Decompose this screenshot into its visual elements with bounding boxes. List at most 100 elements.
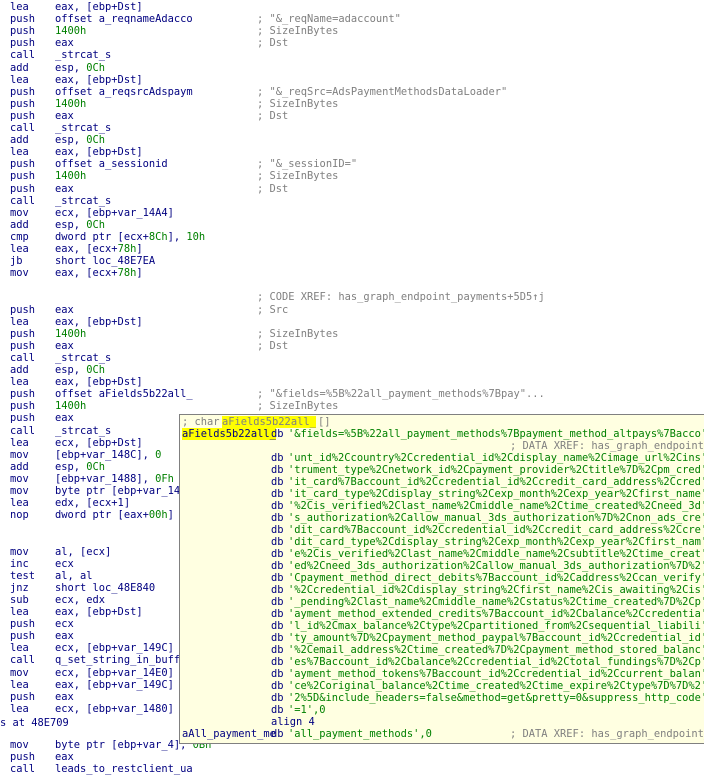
operand[interactable]: offset a_reqsrcAdspaym bbox=[55, 86, 193, 98]
db-keyword: db bbox=[271, 668, 284, 680]
comment: ; Src bbox=[257, 303, 289, 316]
operand[interactable]: _strcat_s bbox=[55, 352, 111, 364]
operand[interactable]: [ebp+var_1488], 0Fh bbox=[55, 473, 174, 485]
mnemonic: call bbox=[10, 351, 36, 364]
operand[interactable]: esp, 0Ch bbox=[55, 364, 105, 376]
operand[interactable]: al, [ecx] bbox=[55, 546, 111, 558]
db-keyword: db bbox=[271, 464, 284, 476]
operand[interactable]: leads_to_restclient_ua bbox=[55, 763, 193, 775]
operand[interactable]: eax, [ebp+Dst] bbox=[55, 376, 143, 388]
operand[interactable]: eax bbox=[55, 751, 74, 763]
operand[interactable]: eax bbox=[55, 183, 74, 195]
operand[interactable]: offset aFields5b22all_ bbox=[55, 388, 193, 400]
operand[interactable]: 1400h bbox=[55, 98, 86, 110]
operand[interactable]: esp, 0Ch bbox=[55, 219, 105, 231]
mnemonic: lea bbox=[10, 497, 29, 510]
operand[interactable]: ecx, edx bbox=[55, 594, 105, 606]
db-string: 's_authorization%2Callow_manual_3ds_auth… bbox=[288, 512, 704, 524]
mnemonic: mov bbox=[10, 448, 29, 461]
operand[interactable]: eax, [ebp+Dst] bbox=[55, 74, 143, 86]
operand[interactable]: eax, [ebp+var_149C] bbox=[55, 679, 174, 691]
operand[interactable]: _strcat_s bbox=[55, 49, 111, 61]
operand[interactable]: offset a_reqnameAdacco bbox=[55, 13, 193, 25]
mnemonic: mov bbox=[10, 666, 29, 679]
comment: ; "&_sessionID=" bbox=[257, 158, 358, 171]
db-keyword: db bbox=[271, 524, 284, 536]
operand[interactable]: esp, 0Ch bbox=[55, 461, 105, 473]
db-keyword: db bbox=[271, 692, 284, 704]
operand[interactable]: byte ptr [ebp+var_149C bbox=[55, 485, 193, 497]
db-string: '%2Ccredential_id%2Cdisplay_string%2Cfir… bbox=[288, 584, 704, 596]
operand[interactable]: eax bbox=[55, 412, 74, 424]
operand[interactable]: al, al bbox=[55, 570, 93, 582]
db-keyword: db bbox=[271, 704, 284, 716]
operand[interactable]: eax, [ebp+Dst] bbox=[55, 316, 143, 328]
mnemonic: lea bbox=[10, 73, 29, 86]
operand[interactable]: ecx bbox=[55, 558, 74, 570]
mnemonic: add bbox=[10, 61, 29, 74]
db-string: 'Cpayment_method_direct_debits%7Baccount… bbox=[288, 572, 704, 584]
operand[interactable]: eax, [ebp+Dst] bbox=[55, 606, 143, 618]
popup-header: ; char aFields5b22all_ [] bbox=[182, 416, 331, 428]
popup-first-line: aFields5b22all_ db '&fields=%5B%22all_pa… bbox=[182, 428, 704, 440]
db-string: 'it_card%7Baccount_id%2Ccredential_id%2C… bbox=[288, 476, 704, 488]
operand[interactable]: ecx, [ebp+var_14E0] bbox=[55, 667, 174, 679]
operand[interactable]: eax, [ebp+Dst] bbox=[55, 146, 143, 158]
operand[interactable]: 1400h bbox=[55, 400, 86, 412]
operand[interactable]: dword ptr [eax+00h] bbox=[55, 509, 174, 521]
operand[interactable]: eax bbox=[55, 630, 74, 642]
operand[interactable]: eax bbox=[55, 340, 74, 352]
mnemonic: add bbox=[10, 218, 29, 231]
mnemonic: push bbox=[10, 400, 36, 413]
operand[interactable]: _strcat_s bbox=[55, 425, 111, 437]
mnemonic: lea bbox=[10, 436, 29, 449]
db-string: 'dit_card_type%2Cdisplay_string%2Cexp_mo… bbox=[288, 536, 704, 548]
comment: ; Dst bbox=[257, 37, 289, 50]
operand[interactable]: eax, [ecx+78h] bbox=[55, 267, 143, 279]
operand[interactable]: [ebp+var_148C], 0 bbox=[55, 449, 161, 461]
mnemonic: push bbox=[10, 303, 36, 316]
operand[interactable]: eax bbox=[55, 691, 74, 703]
operand[interactable]: eax, [ebp+Dst] bbox=[55, 1, 143, 13]
mnemonic: mov bbox=[10, 545, 29, 558]
operand[interactable]: eax bbox=[55, 304, 74, 316]
comment: ; Dst bbox=[257, 339, 289, 352]
operand[interactable]: short loc_48E840 bbox=[55, 582, 155, 594]
popup-highlighted-name: aFields5b22all_ bbox=[222, 416, 316, 428]
mnemonic: call bbox=[10, 424, 36, 437]
operand[interactable]: eax bbox=[55, 110, 74, 122]
db-string: 'e%2Cis_verified%2Clast_name%2Cmiddle_na… bbox=[288, 548, 704, 560]
comment: ; "&_reqName=adaccount" bbox=[257, 13, 401, 26]
operand[interactable]: ecx, [ebp+var_14A4] bbox=[55, 207, 174, 219]
operand[interactable]: _strcat_s bbox=[55, 195, 111, 207]
operand[interactable]: dword ptr [ecx+8Ch], 10h bbox=[55, 231, 205, 243]
operand[interactable]: 1400h bbox=[55, 328, 86, 340]
operand[interactable]: offset a_sessionid bbox=[55, 158, 168, 170]
operand[interactable]: ecx, [ebp+var_149C] bbox=[55, 642, 174, 654]
operand[interactable]: short loc_48E7EA bbox=[55, 255, 155, 267]
operand[interactable]: esp, 0Ch bbox=[55, 62, 105, 74]
mnemonic: call bbox=[10, 122, 36, 134]
db-keyword: db bbox=[271, 476, 284, 488]
mnemonic: call bbox=[10, 194, 36, 207]
operand[interactable]: edx, [ecx+1] bbox=[55, 497, 130, 509]
operand[interactable]: 1400h bbox=[55, 170, 86, 182]
operand[interactable]: eax, [ecx+78h] bbox=[55, 243, 143, 255]
mnemonic: push bbox=[10, 37, 36, 50]
mnemonic: push bbox=[10, 690, 36, 703]
operand[interactable]: 1400h bbox=[55, 25, 86, 37]
operand[interactable]: ecx, [ebp+var_1480] bbox=[55, 703, 174, 715]
operand[interactable]: _strcat_s bbox=[55, 122, 111, 134]
operand[interactable]: esp, 0Ch bbox=[55, 134, 105, 146]
operand[interactable]: ecx bbox=[55, 618, 74, 630]
comment: ; CODE XREF: has_graph_endpoint_payments… bbox=[257, 291, 545, 304]
db-string: 'es%7Baccount_id%2Cbalance%2Ccredential_… bbox=[288, 656, 704, 668]
popup-next-symbol-name: aAll_payment_me bbox=[182, 728, 276, 740]
mnemonic: jb bbox=[10, 255, 23, 268]
operand[interactable]: q_set_string_in_buff bbox=[55, 654, 180, 666]
mnemonic: add bbox=[10, 460, 29, 473]
db-string: 'ayment_method_tokens%7Baccount_id%2Ccre… bbox=[288, 668, 704, 680]
operand[interactable]: eax bbox=[55, 37, 74, 49]
mnemonic: lea bbox=[10, 606, 29, 618]
operand[interactable]: ecx, [ebp+Dst] bbox=[55, 437, 143, 449]
